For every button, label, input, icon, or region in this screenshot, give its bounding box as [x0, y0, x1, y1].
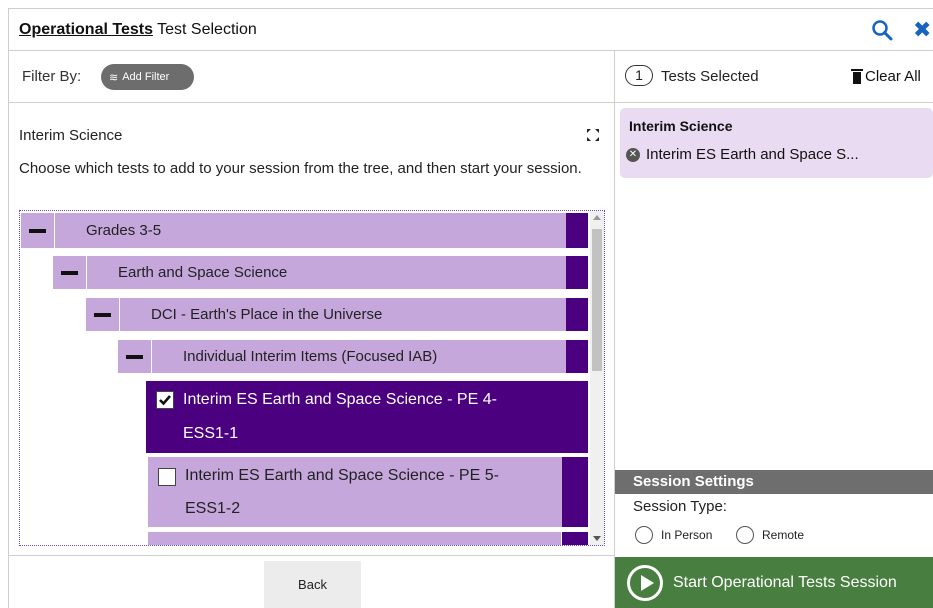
checkbox-checked[interactable]: [156, 391, 174, 409]
tree-node-handle: [566, 340, 588, 373]
left-footer: Back: [9, 555, 615, 608]
scroll-up-icon[interactable]: [593, 215, 601, 220]
page-title: Operational Tests Test Selection: [19, 21, 257, 39]
close-icon[interactable]: ✖: [913, 19, 933, 41]
tree-node-handle: [562, 457, 588, 527]
add-filter-button[interactable]: ≋ Add Filter: [101, 64, 194, 90]
section-title: Interim Science: [19, 127, 123, 144]
selected-count-badge: 1: [625, 65, 653, 86]
title-link[interactable]: Operational Tests: [19, 21, 153, 38]
filter-icon: ≋: [109, 71, 119, 84]
radio-label: In Person: [661, 528, 713, 542]
tree-node-earth-space[interactable]: Earth and Space Science: [53, 256, 588, 289]
tree-node-handle: [566, 213, 588, 248]
selection-header: 1 Tests Selected Clear All: [615, 51, 933, 103]
tree-node-label: Grades 3-5: [86, 222, 162, 239]
play-icon: [627, 564, 663, 601]
radio-label: Remote: [762, 528, 805, 542]
start-session-label: Start Operational Tests Session: [673, 573, 897, 591]
tree-scrollbar[interactable]: [590, 211, 604, 545]
header-bar: Operational Tests Test Selection ✖: [8, 8, 933, 51]
filter-bar: Filter By: ≋ Add Filter: [9, 51, 615, 103]
tree-leaf-label-cont: ESS1-2: [185, 500, 241, 517]
tree-leaf-label: Interim ES Earth and Space Science - PE …: [183, 391, 497, 408]
collapse-icon[interactable]: [86, 298, 119, 331]
collapse-icon[interactable]: [118, 340, 151, 373]
search-icon[interactable]: [871, 19, 893, 41]
tree-leaf-pe5-ess1-2[interactable]: Interim ES Earth and Space Science - PE …: [148, 457, 588, 527]
selected-test-label: Interim ES Earth and Space S...: [646, 146, 859, 163]
start-session-button[interactable]: Start Operational Tests Session: [615, 557, 933, 608]
session-type-label: Session Type:: [633, 498, 727, 515]
tree-node-interim-items[interactable]: Individual Interim Items (Focused IAB): [118, 340, 588, 373]
add-filter-label: Add Filter: [122, 71, 170, 83]
test-tree: Grades 3-5 Earth and Space Science DCI -…: [19, 210, 605, 546]
radio-in-person[interactable]: In Person: [635, 526, 712, 544]
tree-leaf-pe4-ess1-1[interactable]: Interim ES Earth and Space Science - PE …: [146, 381, 588, 453]
filter-label: Filter By:: [22, 68, 82, 85]
expand-icon[interactable]: [586, 128, 600, 142]
tree-node-label: Earth and Space Science: [118, 264, 288, 281]
tree-node-handle: [562, 532, 588, 545]
back-button[interactable]: Back: [264, 561, 361, 608]
tree-node-label: DCI - Earth's Place in the Universe: [151, 306, 383, 323]
scroll-thumb[interactable]: [592, 229, 602, 371]
selected-label: Tests Selected: [661, 68, 759, 85]
instructions-text: Choose which tests to add to your sessio…: [19, 160, 582, 177]
left-pane: Filter By: ≋ Add Filter Interim Science …: [8, 51, 615, 608]
tree-leaf-partial[interactable]: [148, 532, 561, 545]
collapse-icon[interactable]: [53, 256, 86, 289]
remove-icon[interactable]: ✕: [626, 147, 640, 162]
tree-node-grades[interactable]: Grades 3-5: [21, 213, 588, 248]
radio-circle[interactable]: [736, 526, 754, 544]
selected-group-title: Interim Science: [629, 118, 733, 134]
tree-node-label: Individual Interim Items (Focused IAB): [183, 348, 438, 365]
tree-node-handle: [566, 256, 588, 289]
check-icon: [159, 395, 171, 406]
title-subtitle: Test Selection: [152, 21, 257, 38]
trash-icon: [851, 69, 863, 84]
checkbox-unchecked[interactable]: [158, 468, 176, 486]
session-settings-header: Session Settings: [615, 470, 933, 494]
tree-node-handle: [566, 298, 588, 331]
right-pane: 1 Tests Selected Clear All Interim Scien…: [615, 51, 933, 608]
clear-all-button[interactable]: Clear All: [851, 68, 921, 85]
radio-remote[interactable]: Remote: [736, 526, 804, 544]
selected-group-card: Interim Science ✕ Interim ES Earth and S…: [620, 108, 933, 178]
collapse-icon[interactable]: [21, 213, 54, 248]
radio-circle[interactable]: [635, 526, 653, 544]
tree-node-dci[interactable]: DCI - Earth's Place in the Universe: [86, 298, 588, 331]
clear-all-label: Clear All: [865, 68, 921, 85]
tree-leaf-label: Interim ES Earth and Space Science - PE …: [185, 467, 499, 484]
scroll-down-icon[interactable]: [593, 536, 601, 541]
selected-test-item[interactable]: ✕ Interim ES Earth and Space S...: [626, 146, 859, 163]
tree-leaf-label-cont: ESS1-1: [183, 425, 239, 442]
